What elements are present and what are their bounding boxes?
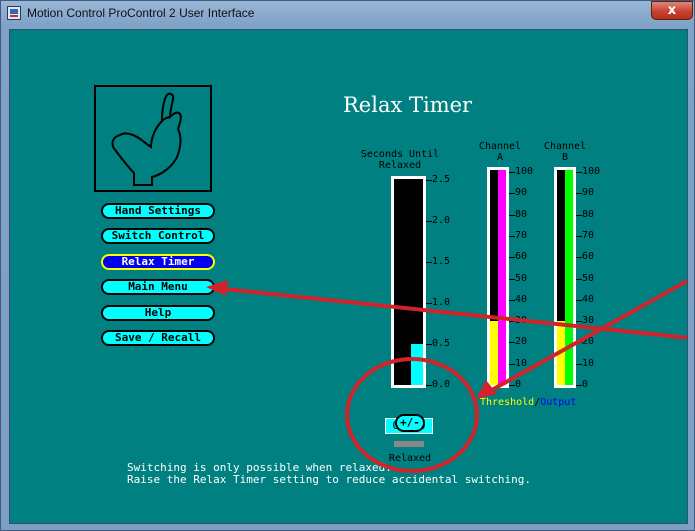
- annotation-circle: [345, 357, 479, 473]
- window-title: Motion Control ProControl 2 User Interfa…: [27, 6, 255, 20]
- client-area: Hand Settings Switch Control Relax Timer…: [9, 29, 688, 524]
- annotation-arrow-main-menu: [214, 286, 687, 340]
- app-icon: [7, 6, 21, 20]
- annotation-overlay: [206, 278, 687, 473]
- title-bar: Motion Control ProControl 2 User Interfa…: [1, 1, 695, 27]
- app-window: Motion Control ProControl 2 User Interfa…: [0, 0, 695, 531]
- arrowhead-main-menu: [206, 280, 228, 296]
- close-button[interactable]: x: [651, 1, 693, 20]
